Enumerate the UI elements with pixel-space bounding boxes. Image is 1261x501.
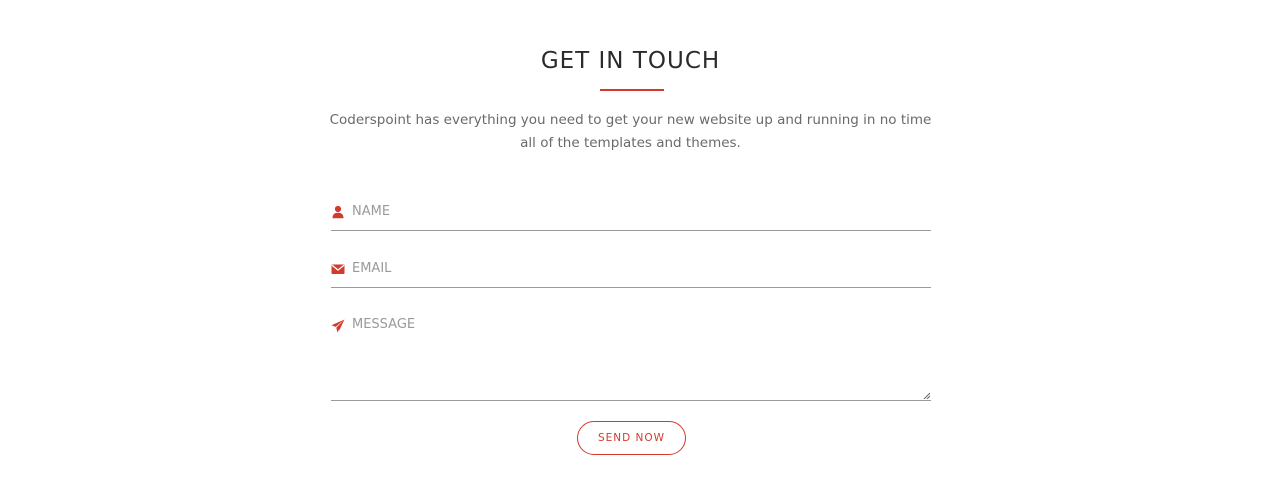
section-intro: Coderspoint has everything you need to g… [329, 112, 932, 151]
title-underline [600, 89, 664, 91]
send-now-button[interactable]: SEND NOW [577, 421, 686, 455]
message-textarea[interactable] [352, 317, 922, 397]
resize-grip-icon[interactable] [923, 392, 930, 399]
name-input[interactable] [352, 199, 922, 225]
email-field [331, 256, 931, 288]
user-icon [332, 205, 344, 219]
name-field [331, 199, 931, 231]
envelope-icon [331, 264, 345, 274]
contact-section: GET IN TOUCH Coderspoint has everything … [0, 0, 1261, 501]
message-field [331, 312, 931, 401]
email-input[interactable] [352, 256, 922, 282]
section-title: GET IN TOUCH [540, 48, 721, 74]
paper-plane-icon [331, 319, 345, 333]
